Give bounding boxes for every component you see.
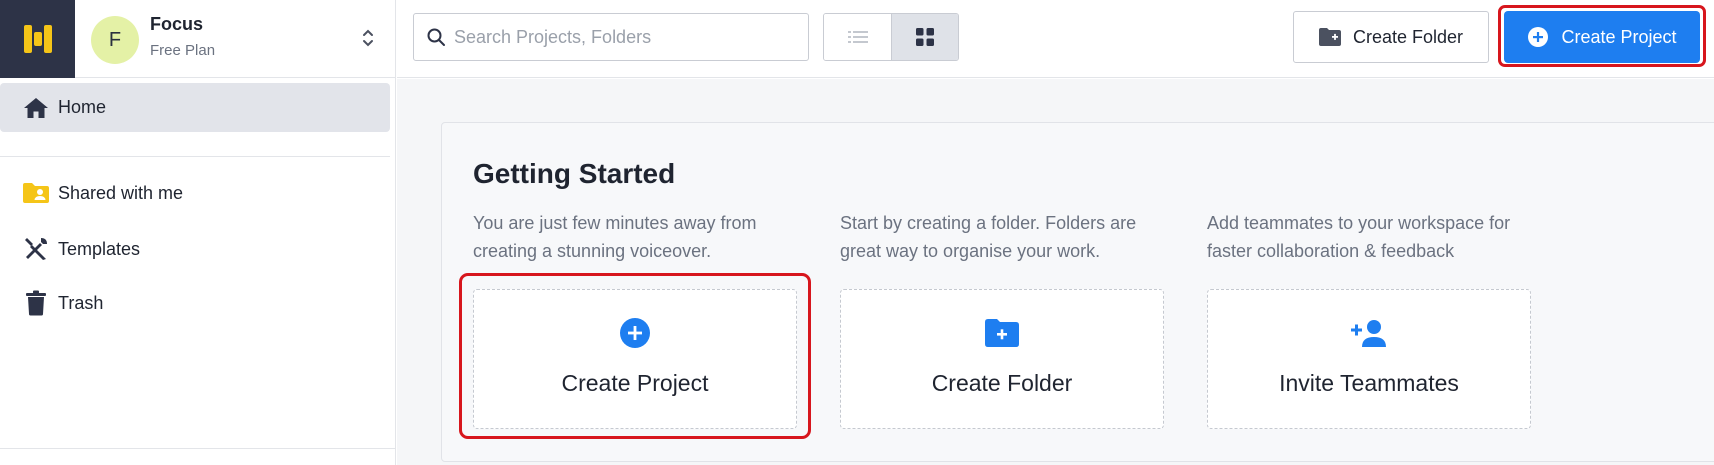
sidebar-item-label: Home — [58, 97, 107, 117]
workspace-plan: Free Plan — [150, 42, 216, 59]
create-folder-card[interactable]: Create Folder — [840, 289, 1164, 429]
card-label: Invite Teammates — [1279, 370, 1459, 396]
workspace-header: F Focus Free Plan — [0, 0, 396, 78]
trash-icon — [22, 289, 50, 317]
card-description: Add teammates to your workspace for fast… — [1207, 213, 1511, 261]
folder-plus-icon — [1318, 28, 1341, 46]
card-description: You are just few minutes away from creat… — [473, 213, 757, 261]
sidebar-item-label: Templates — [58, 238, 141, 259]
logo-mark-icon — [23, 25, 52, 53]
search-box — [413, 13, 809, 61]
sidebar-item-trash[interactable]: Trash — [0, 280, 390, 326]
list-view-button[interactable] — [824, 14, 891, 60]
create-project-button[interactable]: Create Project — [1504, 11, 1700, 63]
create-project-label: Create Project — [1561, 26, 1677, 47]
sidebar: F Focus Free Plan Home Shared with me Te… — [0, 0, 396, 465]
invite-teammates-card[interactable]: Invite Teammates — [1207, 289, 1531, 429]
home-icon — [22, 94, 50, 122]
sidebar-divider — [0, 156, 390, 157]
highlight-outline — [459, 273, 811, 439]
plus-circle-icon — [1528, 27, 1549, 47]
sidebar-item-label: Trash — [58, 292, 104, 313]
sidebar-footer-divider — [0, 448, 396, 449]
top-bar: Create Folder Create Project — [397, 0, 1714, 78]
grid-view-icon — [916, 28, 934, 46]
view-toggle — [823, 13, 959, 61]
folder-plus-icon — [841, 316, 1163, 350]
workspace-name[interactable]: Focus — [150, 14, 203, 35]
add-user-icon — [1208, 316, 1530, 350]
create-folder-button[interactable]: Create Folder — [1293, 11, 1489, 63]
sidebar-item-templates[interactable]: Templates — [0, 226, 390, 272]
search-icon — [426, 27, 446, 47]
sidebar-item-home[interactable]: Home — [0, 83, 390, 132]
shared-folder-icon — [22, 179, 50, 207]
list-view-icon — [847, 31, 868, 43]
app-root: F Focus Free Plan Home Shared with me Te… — [0, 0, 1714, 465]
sidebar-item-label: Shared with me — [58, 182, 184, 203]
getting-started-title: Getting Started — [473, 158, 676, 189]
grid-view-button[interactable] — [891, 14, 958, 60]
workspace-switch-chevron-icon[interactable] — [356, 24, 380, 52]
search-input[interactable] — [454, 22, 794, 52]
workspace-avatar[interactable]: F — [91, 16, 139, 64]
card-label: Create Folder — [931, 370, 1073, 396]
card-description: Start by creating a folder. Folders are … — [840, 213, 1137, 261]
create-folder-label: Create Folder — [1352, 26, 1464, 47]
templates-tools-icon — [22, 235, 50, 263]
app-logo[interactable] — [0, 0, 75, 78]
sidebar-item-shared[interactable]: Shared with me — [0, 170, 390, 216]
